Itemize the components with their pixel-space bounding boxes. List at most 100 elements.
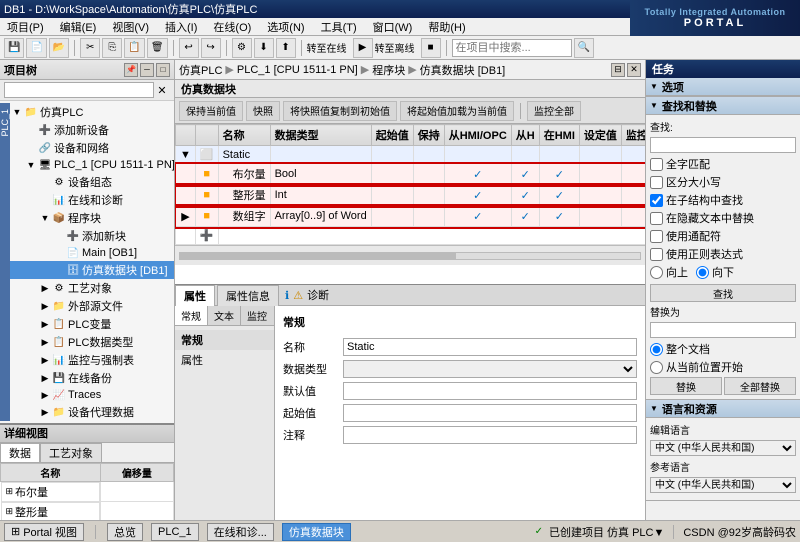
db-row-add[interactable]: ➕ [176, 227, 646, 245]
find-input[interactable] [650, 137, 796, 153]
tree-item-device-config[interactable]: ⚙ 设备组态 [10, 173, 174, 191]
load-start-val-btn[interactable]: 将起始值加载为当前值 [400, 101, 514, 121]
copy-btn[interactable]: ⎘ [102, 38, 122, 58]
lang-header[interactable]: ▼ 语言和资源 [646, 400, 800, 418]
panel-float-btn[interactable]: ⊟ [611, 63, 625, 77]
undo-btn[interactable]: ↩ [179, 38, 199, 58]
panel-pin-btn[interactable]: 📌 [124, 63, 138, 77]
open-btn[interactable]: 📂 [49, 38, 69, 58]
monitor-all-btn[interactable]: 监控全部 [527, 101, 581, 121]
scrollbar-thumb[interactable] [180, 253, 456, 259]
tree-item-program-blocks[interactable]: ▼ 📦 程序块 [10, 209, 174, 227]
tree-item-plc-types[interactable]: ▶ 📋 PLC数据类型 [10, 333, 174, 351]
toggle-root[interactable]: ▼ [10, 105, 24, 119]
replace-input[interactable] [650, 322, 796, 338]
detail-row-1[interactable]: ⊞ 整形量 [1, 502, 174, 522]
active-db-tag[interactable]: 仿真数据块 [282, 523, 351, 541]
menu-view[interactable]: 视图(V) [109, 19, 152, 35]
tree-item-proxy-data[interactable]: ▶ 📁 设备代理数据 [10, 403, 174, 421]
tree-item-external-src[interactable]: ▶ 📁 外部源文件 [10, 297, 174, 315]
paste-btn[interactable]: 📋 [124, 38, 144, 58]
find-btn[interactable]: 查找 [650, 284, 796, 302]
goto-online-btn[interactable]: ▶ [353, 38, 373, 58]
upload-btn[interactable]: ⬆ [276, 38, 296, 58]
subtab-normal[interactable]: 常规 [175, 306, 208, 325]
field-input-type[interactable] [343, 360, 637, 378]
expand-array[interactable]: ▶ [176, 206, 196, 227]
field-input-default[interactable] [343, 382, 637, 400]
tree-item-plc1[interactable]: ▼ 🖥 PLC_1 [CPU 1511-1 PN] [10, 157, 174, 173]
tree-item-root[interactable]: ▼ 📁 仿真PLC [10, 103, 174, 121]
expand-static[interactable]: ▼ [176, 146, 196, 164]
snapshot-btn[interactable]: 快照 [246, 101, 280, 121]
search-input[interactable] [452, 39, 572, 57]
cut-btn[interactable]: ✂ [80, 38, 100, 58]
field-input-comment[interactable] [343, 426, 637, 444]
tab-data[interactable]: 数据 [0, 443, 40, 462]
panel-maximize-btn[interactable]: □ [156, 63, 170, 77]
compile-btn[interactable]: ⚙ [232, 38, 252, 58]
cb-full-word[interactable] [650, 158, 663, 171]
plc1-tag[interactable]: PLC_1 [151, 523, 199, 541]
tree-item-plc-vars[interactable]: ▶ 📋 PLC变量 [10, 315, 174, 333]
tree-item-monitor[interactable]: ▶ 📊 监控与强制表 [10, 351, 174, 369]
tree-item-tech-objects[interactable]: ▶ ⚙ 工艺对象 [10, 279, 174, 297]
portal-view-btn[interactable]: ⊞ Portal 视图 [4, 523, 84, 541]
tree-item-traces[interactable]: ▶ 📈 Traces [10, 387, 174, 403]
search-replace-header[interactable]: ▼ 查找和替换 [646, 97, 800, 115]
goto-offline-btn[interactable]: ■ [421, 38, 441, 58]
toggle-prog[interactable]: ▼ [38, 211, 52, 225]
download-btn[interactable]: ⬇ [254, 38, 274, 58]
options-header[interactable]: ▼ 选项 [646, 78, 800, 96]
cb-case[interactable] [650, 176, 663, 189]
menu-window[interactable]: 窗口(W) [370, 19, 416, 35]
tree-item-main-ob1[interactable]: 📄 Main [OB1] [10, 245, 174, 261]
prop-sidebar-general[interactable]: 常规 [175, 330, 274, 350]
menu-insert[interactable]: 插入(I) [162, 19, 200, 35]
menu-edit[interactable]: 编辑(E) [57, 19, 100, 35]
copy-snapshot-btn[interactable]: 将快照值复制到初始值 [283, 101, 397, 121]
radio-whole-doc[interactable] [650, 343, 663, 356]
cb-hidden-text[interactable] [650, 212, 663, 225]
panel-close-btn[interactable]: ✕ [627, 63, 641, 77]
tree-item-online-diag[interactable]: 📊 在线和诊断 [10, 191, 174, 209]
menu-options[interactable]: 选项(N) [264, 19, 307, 35]
detail-row-0[interactable]: ⊞ 布尔量 [1, 481, 174, 502]
tree-item-add-device[interactable]: ➕ 添加新设备 [10, 121, 174, 139]
prop-sidebar-attrs[interactable]: 属性 [175, 350, 274, 370]
radio-from-current[interactable] [650, 361, 663, 374]
menu-online[interactable]: 在线(O) [210, 19, 254, 35]
tree-item-devices-networks[interactable]: 🔗 设备和网络 [10, 139, 174, 157]
cb-wildcard[interactable] [650, 230, 663, 243]
db-row-array[interactable]: ▶ ■ 数组字 Array[0..9] of Word ✓ ✓ ✓ [176, 206, 646, 227]
redo-btn[interactable]: ↪ [201, 38, 221, 58]
overview-tag[interactable]: 总览 [107, 523, 143, 541]
tree-filter-input[interactable] [4, 82, 154, 98]
db-row-bool[interactable]: ■ 布尔量 Bool ✓ ✓ ✓ [176, 164, 646, 185]
replace-btn[interactable]: 替换 [650, 377, 722, 395]
toggle-plc1[interactable]: ▼ [24, 158, 38, 172]
edit-lang-select[interactable]: 中文 (中华人民共和国) [650, 440, 796, 456]
replace-all-btn[interactable]: 全部替换 [724, 377, 796, 395]
retain-current-btn[interactable]: 保持当前值 [179, 101, 243, 121]
prop-tab-info[interactable]: 属性信息 [217, 285, 279, 306]
delete-btn[interactable]: 🗑 [147, 38, 168, 58]
online-tag[interactable]: 在线和诊... [207, 523, 274, 541]
db-row-static[interactable]: ▼ ⬜ Static [176, 146, 646, 164]
tree-filter-clear[interactable]: ✕ [154, 82, 170, 98]
cb-regex[interactable] [650, 248, 663, 261]
panel-minimize-btn[interactable]: ─ [140, 63, 154, 77]
tree-item-backup[interactable]: ▶ 💾 在线备份 [10, 369, 174, 387]
radio-down[interactable] [696, 266, 709, 279]
tree-item-add-block[interactable]: ➕ 添加新块 [10, 227, 174, 245]
ref-lang-select[interactable]: 中文 (中华人民共和国) [650, 477, 796, 493]
search-btn[interactable]: 🔍 [574, 38, 594, 58]
menu-help[interactable]: 帮助(H) [425, 19, 468, 35]
new-btn[interactable]: 📄 [26, 38, 46, 58]
db-row-int[interactable]: ■ 整形量 Int ✓ ✓ ✓ [176, 185, 646, 206]
prop-tab-attributes[interactable]: 属性 [175, 285, 215, 306]
subtab-text[interactable]: 文本 [208, 306, 241, 325]
tree-item-sim-db1[interactable]: 🗄 仿真数据块 [DB1] [10, 261, 174, 279]
menu-tools[interactable]: 工具(T) [318, 19, 360, 35]
horizontal-scrollbar[interactable] [179, 252, 641, 260]
